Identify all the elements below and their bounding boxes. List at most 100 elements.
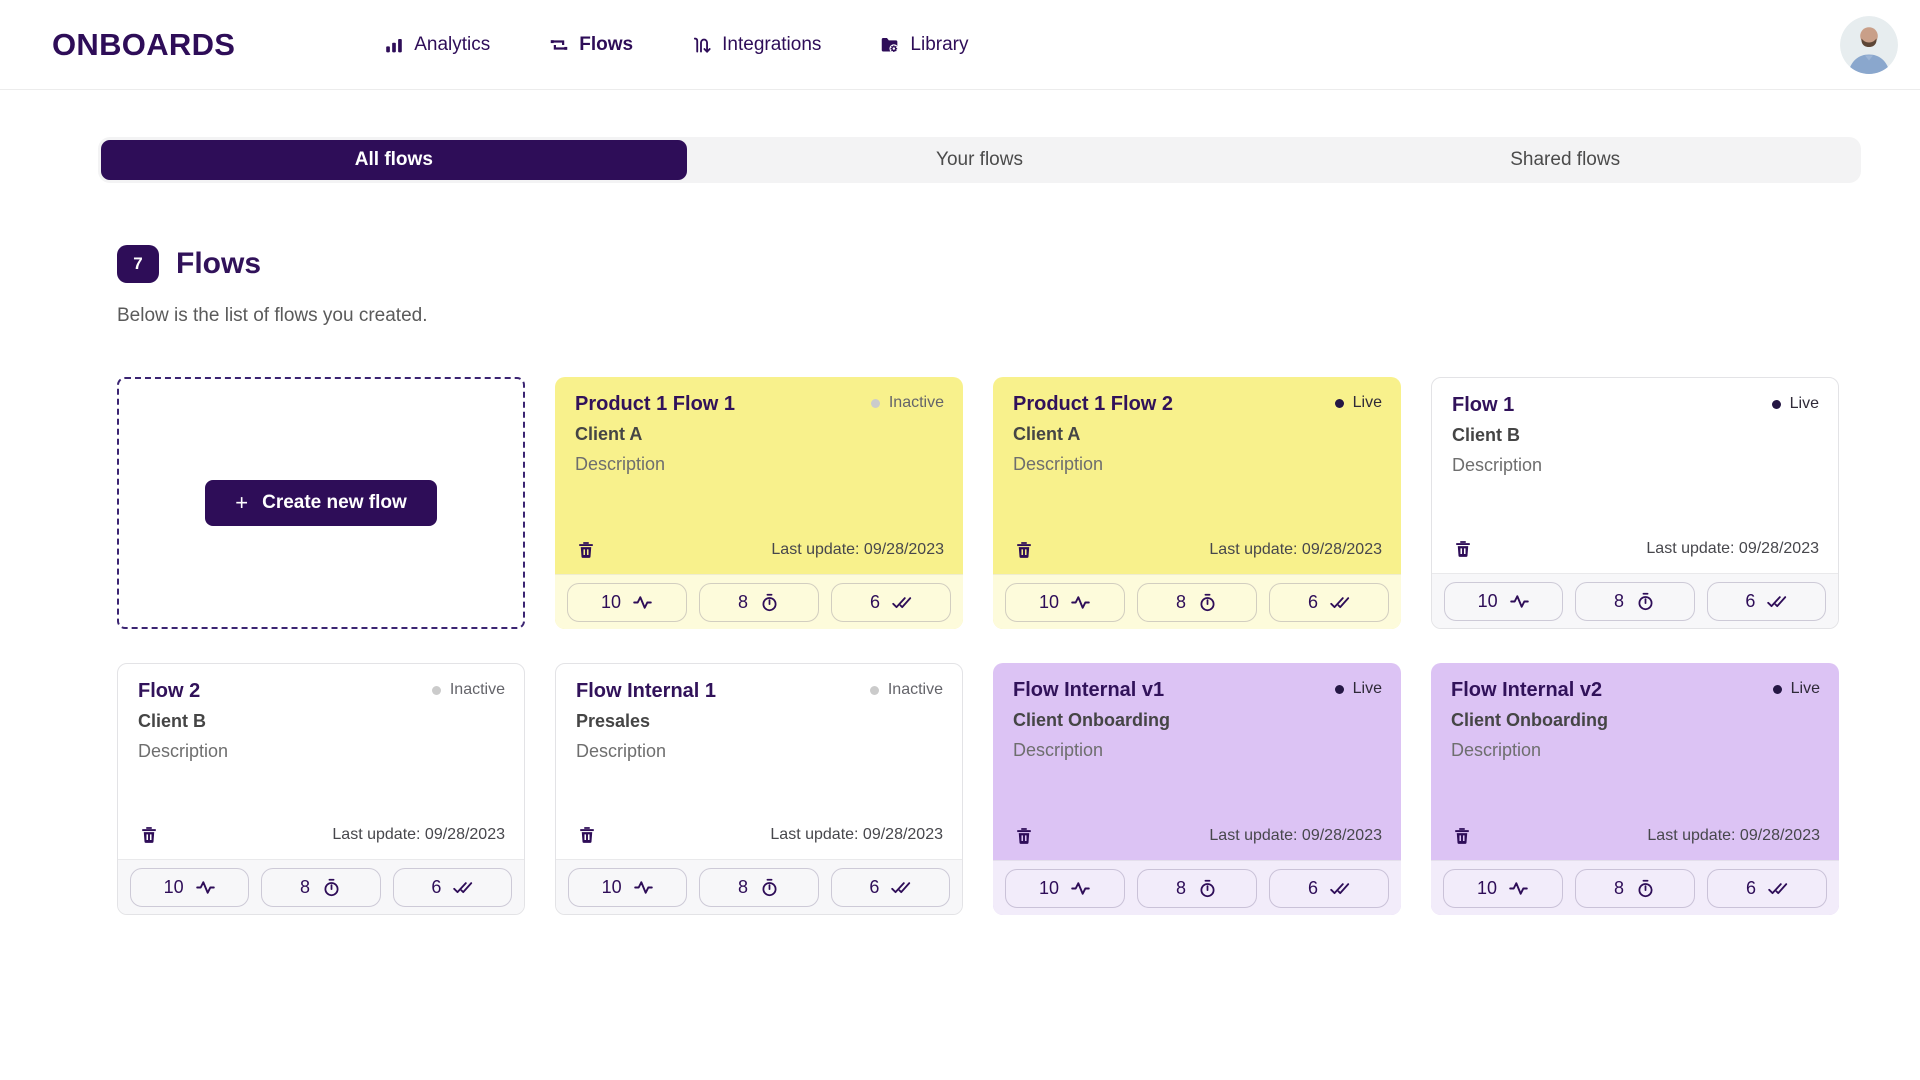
timer-icon: [1635, 591, 1656, 612]
flow-card-meta: Last update: 09/28/2023: [1452, 538, 1819, 560]
status-badge: Inactive: [871, 394, 944, 412]
stat-pill-activity[interactable]: 10: [568, 868, 687, 907]
trash-icon[interactable]: [576, 824, 598, 846]
stat-pill-activity[interactable]: 10: [130, 868, 249, 907]
stat-value: 10: [1478, 591, 1498, 612]
status-badge: Live: [1773, 680, 1820, 698]
page-head: 7 Flows Below is the list of flows you c…: [117, 245, 1861, 327]
tab-all-flows[interactable]: All flows: [101, 140, 687, 180]
last-update-label: Last update: 09/28/2023: [1209, 541, 1382, 559]
flow-card-meta: Last update: 09/28/2023: [576, 824, 943, 846]
last-update-label: Last update: 09/28/2023: [1646, 540, 1819, 558]
flow-card[interactable]: Product 1 Flow 1Client ADescriptionInact…: [555, 377, 963, 629]
stat-value: 10: [601, 592, 621, 613]
trash-icon[interactable]: [138, 824, 160, 846]
nav-item-library[interactable]: Library: [879, 34, 968, 56]
status-dot-icon: [1335, 399, 1344, 408]
status-label: Inactive: [450, 681, 505, 699]
stat-pill-double-check[interactable]: 6: [831, 868, 950, 907]
timer-icon: [759, 592, 780, 613]
flow-card[interactable]: Flow Internal v1Client OnboardingDescrip…: [993, 663, 1401, 915]
stat-value: 10: [1039, 878, 1059, 899]
stat-value: 8: [738, 877, 748, 898]
stat-pill-double-check[interactable]: 6: [1269, 869, 1389, 908]
nav-item-flows[interactable]: Flows: [548, 34, 633, 56]
last-update-label: Last update: 09/28/2023: [1647, 827, 1820, 845]
stat-pill-double-check[interactable]: 6: [393, 868, 512, 907]
stat-value: 8: [1176, 878, 1186, 899]
tab-shared-flows[interactable]: Shared flows: [1272, 140, 1858, 180]
nav-label: Flows: [579, 34, 633, 56]
stat-value: 6: [1308, 592, 1318, 613]
create-new-flow-button[interactable]: + Create new flow: [205, 480, 437, 526]
stat-pill-activity[interactable]: 10: [1443, 869, 1563, 908]
flows-tabbar: All flows Your flows Shared flows: [98, 137, 1861, 183]
stat-pill-double-check[interactable]: 6: [1707, 582, 1826, 621]
trash-icon[interactable]: [1013, 825, 1035, 847]
stat-pill-timer[interactable]: 8: [261, 868, 380, 907]
status-badge: Live: [1772, 395, 1819, 413]
flow-card[interactable]: Flow Internal 1PresalesDescriptionInacti…: [555, 663, 963, 915]
flow-title: Flow Internal v1: [1013, 679, 1381, 702]
create-new-flow-card[interactable]: + Create new flow: [117, 377, 525, 629]
activity-icon: [1070, 878, 1091, 899]
flow-card[interactable]: Product 1 Flow 2Client ADescriptionLiveL…: [993, 377, 1401, 629]
flow-card[interactable]: Flow 1Client BDescriptionLiveLast update…: [1431, 377, 1839, 629]
stat-value: 6: [869, 877, 879, 898]
user-avatar[interactable]: [1840, 16, 1898, 74]
flow-card-main: Flow Internal 1PresalesDescriptionInacti…: [556, 664, 962, 859]
flows-count-badge: 7: [117, 245, 159, 283]
status-badge: Inactive: [870, 681, 943, 699]
double-check-icon: [890, 877, 911, 898]
flow-card-meta: Last update: 09/28/2023: [1451, 825, 1820, 847]
last-update-label: Last update: 09/28/2023: [771, 541, 944, 559]
trash-icon[interactable]: [575, 539, 597, 561]
status-dot-icon: [870, 686, 879, 695]
stat-pill-timer[interactable]: 8: [699, 583, 819, 622]
stat-pill-activity[interactable]: 10: [1444, 582, 1563, 621]
stat-pill-double-check[interactable]: 6: [1269, 583, 1389, 622]
flow-description: Description: [1452, 455, 1818, 476]
page-subtitle: Below is the list of flows you created.: [117, 305, 1861, 327]
flow-description: Description: [575, 454, 943, 475]
stat-pill-timer[interactable]: 8: [699, 868, 818, 907]
stat-value: 10: [602, 877, 622, 898]
timer-icon: [759, 877, 780, 898]
stat-value: 10: [1477, 878, 1497, 899]
swap-vertical-icon: [691, 34, 713, 56]
trash-icon[interactable]: [1452, 538, 1474, 560]
app-header: ONBOARDS Analytics Flows Integrations Li…: [0, 0, 1920, 90]
flow-stats-bar: 10 8 6: [556, 859, 962, 914]
status-label: Live: [1353, 680, 1382, 698]
stat-pill-timer[interactable]: 8: [1575, 582, 1694, 621]
user-avatar-image: [1840, 16, 1898, 74]
status-label: Live: [1790, 395, 1819, 413]
flow-card[interactable]: Flow 2Client BDescriptionInactiveLast up…: [117, 663, 525, 915]
stat-pill-activity[interactable]: 10: [1005, 869, 1125, 908]
stat-pill-timer[interactable]: 8: [1575, 869, 1695, 908]
stat-pill-activity[interactable]: 10: [567, 583, 687, 622]
flow-title: Flow 1: [1452, 394, 1818, 417]
nav-item-integrations[interactable]: Integrations: [691, 34, 821, 56]
stat-value: 10: [164, 877, 184, 898]
page-content: All flows Your flows Shared flows 7 Flow…: [0, 137, 1920, 915]
trash-icon[interactable]: [1451, 825, 1473, 847]
tab-your-flows[interactable]: Your flows: [687, 140, 1273, 180]
stat-pill-activity[interactable]: 10: [1005, 583, 1125, 622]
flow-stats-bar: 10 8 6: [993, 574, 1401, 629]
nav-item-analytics[interactable]: Analytics: [383, 34, 490, 56]
flow-card[interactable]: Flow Internal v2Client OnboardingDescrip…: [1431, 663, 1839, 915]
stat-pill-timer[interactable]: 8: [1137, 583, 1257, 622]
flow-client: Client Onboarding: [1013, 710, 1381, 731]
stat-pill-timer[interactable]: 8: [1137, 869, 1257, 908]
page-title: Flows: [176, 247, 261, 281]
flow-card-main: Product 1 Flow 2Client ADescriptionLiveL…: [993, 377, 1401, 574]
flow-card-meta: Last update: 09/28/2023: [1013, 539, 1382, 561]
flows-grid: + Create new flow Product 1 Flow 1Client…: [117, 377, 1861, 915]
double-check-icon: [1767, 878, 1788, 899]
stat-pill-double-check[interactable]: 6: [1707, 869, 1827, 908]
trash-icon[interactable]: [1013, 539, 1035, 561]
flow-client: Client B: [138, 711, 504, 732]
stat-pill-double-check[interactable]: 6: [831, 583, 951, 622]
flow-client: Client Onboarding: [1451, 710, 1819, 731]
